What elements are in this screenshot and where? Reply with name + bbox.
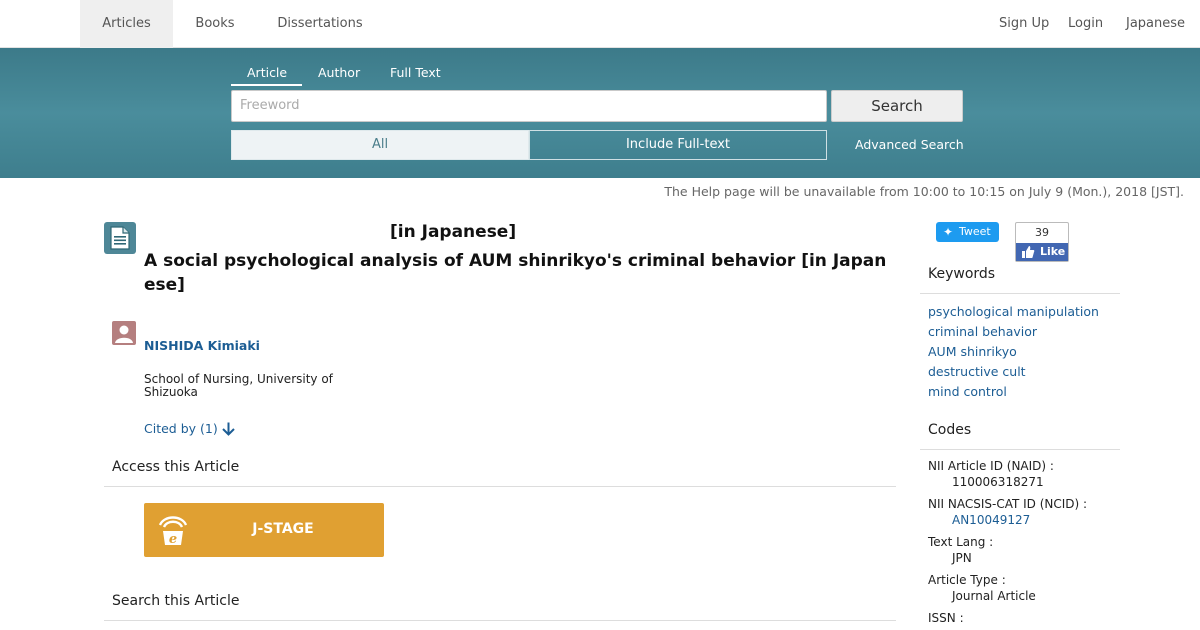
like-label: Like: [1040, 245, 1066, 258]
top-navigation: Articles Books Dissertations Sign Up Log…: [0, 0, 1200, 48]
tweet-button[interactable]: ✦ Tweet: [936, 222, 999, 242]
nav-tab-articles[interactable]: Articles: [80, 0, 173, 48]
login-link[interactable]: Login: [1068, 0, 1103, 48]
text-lang-label: Text Lang :: [928, 535, 994, 549]
thumbs-up-icon: [1021, 243, 1035, 265]
search-band: Article Author Full Text Freeword Search…: [0, 48, 1200, 178]
text-lang-value: JPN: [952, 551, 972, 565]
sign-up-link[interactable]: Sign Up: [999, 0, 1049, 48]
search-input[interactable]: Freeword: [231, 90, 827, 122]
search-button[interactable]: Search: [831, 90, 963, 122]
like-count: 39: [1035, 226, 1049, 239]
author-affiliation: School of Nursing, University of Shizuok…: [144, 372, 333, 399]
divider: [104, 486, 896, 487]
search-tab-full-text[interactable]: Full Text: [390, 65, 441, 80]
jstage-label: J-STAGE: [252, 521, 314, 537]
issn-label: ISSN :: [928, 611, 964, 625]
twitter-bird-icon: ✦: [943, 225, 954, 239]
maintenance-notice: The Help page will be unavailable from 1…: [664, 184, 1184, 199]
article-title: A social psychological analysis of AUM s…: [144, 251, 887, 295]
arrow-down-icon[interactable]: [221, 421, 236, 437]
keywords-heading: Keywords: [928, 266, 996, 282]
advanced-search-link[interactable]: Advanced Search: [855, 137, 964, 152]
author-name-link[interactable]: NISHIDA Kimiaki: [144, 338, 260, 353]
keyword-link[interactable]: destructive cult: [928, 364, 1026, 379]
codes-heading: Codes: [928, 422, 972, 438]
nav-tab-dissertations[interactable]: Dissertations: [257, 0, 383, 48]
facebook-like-widget: 39 Like: [1015, 222, 1069, 262]
ncid-label: NII NACSIS-CAT ID (NCID) :: [928, 497, 1088, 511]
access-article-heading: Access this Article: [112, 459, 240, 475]
article-type-label: Article Type :: [928, 573, 1006, 587]
author-avatar-icon: [112, 321, 136, 345]
naid-label: NII Article ID (NAID) :: [928, 459, 1054, 473]
divider: [104, 620, 896, 621]
search-tab-article[interactable]: Article: [247, 65, 287, 80]
scope-full-text-toggle[interactable]: Include Full-text: [529, 130, 827, 160]
keyword-link[interactable]: mind control: [928, 384, 1007, 399]
ncid-link[interactable]: AN10049127: [952, 513, 1030, 527]
tweet-label: Tweet: [959, 225, 991, 238]
search-article-heading: Search this Article: [112, 593, 240, 609]
article-document-icon: [104, 222, 136, 254]
nav-tab-books[interactable]: Books: [173, 0, 257, 48]
jstage-button[interactable]: e J-STAGE: [144, 503, 384, 557]
language-switch[interactable]: Japanese: [1126, 0, 1185, 48]
keyword-link[interactable]: criminal behavior: [928, 324, 1037, 339]
article-title-japanese: [in Japanese]: [390, 222, 517, 242]
active-tab-indicator: [231, 84, 302, 86]
keyword-link[interactable]: AUM shinrikyo: [928, 344, 1017, 359]
like-button[interactable]: Like: [1016, 243, 1068, 261]
cited-by-link[interactable]: Cited by (1): [144, 421, 218, 436]
article-type-value: Journal Article: [952, 589, 1036, 603]
scope-all-toggle[interactable]: All: [231, 130, 529, 160]
divider: [920, 293, 1120, 294]
divider: [920, 449, 1120, 450]
naid-value: 110006318271: [952, 475, 1044, 489]
search-tab-author[interactable]: Author: [318, 65, 360, 80]
keyword-link[interactable]: psychological manipulation: [928, 304, 1099, 319]
